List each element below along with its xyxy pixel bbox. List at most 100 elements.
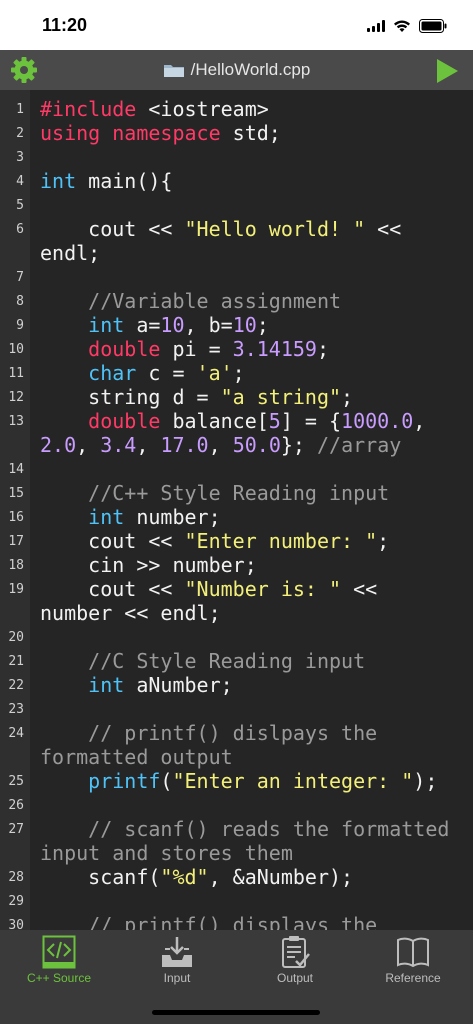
tab-output[interactable]: Output <box>236 930 354 990</box>
file-title-text: /HelloWorld.cpp <box>190 60 311 79</box>
code-line: 20 <box>0 625 473 649</box>
code-token: cout << <box>40 529 185 553</box>
code-text: cin >> number; <box>40 553 257 577</box>
code-token: "Enter an integer: " <box>172 769 414 793</box>
book-icon <box>397 937 429 968</box>
code-token: <iostream> <box>148 97 269 121</box>
code-line: 29 <box>0 889 473 913</box>
code-text: int number; <box>40 505 220 529</box>
code-line: 5 <box>0 193 473 217</box>
code-token: "Hello world! " <box>184 217 366 241</box>
line-number: 4 <box>16 174 24 189</box>
code-line: 4 int main(){ <box>0 169 473 193</box>
code-line: number << endl; <box>0 601 473 625</box>
code-token: cin >> number; <box>40 553 257 577</box>
line-number: 30 <box>8 918 24 930</box>
code-line: 6 cout << "Hello world! " << <box>0 217 473 241</box>
code-text: 2.0, 3.4, 17.0, 50.0}; //array <box>40 433 401 457</box>
code-text: char c = 'a'; <box>40 361 245 385</box>
code-text: formatted output <box>40 745 233 769</box>
code-line: 12 string d = "a string"; <box>0 385 473 409</box>
code-icon <box>42 935 76 969</box>
code-token: using namespace <box>40 121 233 145</box>
code-line: 28 scanf("%d", &aNumber); <box>0 865 473 889</box>
code-token: , <box>136 433 161 457</box>
code-token: , <box>76 433 101 457</box>
line-number: 9 <box>16 318 24 333</box>
code-token: 'a' <box>196 361 233 385</box>
code-text: input and stores them <box>40 841 293 865</box>
input-tray-icon <box>162 937 192 967</box>
code-token: double <box>40 337 173 361</box>
code-text: int a=10, b=10; <box>40 313 269 337</box>
code-token: input and stores them <box>40 841 293 865</box>
tab-input[interactable]: Input <box>118 930 236 990</box>
code-text: string d = "a string"; <box>40 385 353 409</box>
line-number: 11 <box>8 366 24 381</box>
code-token: "%d" <box>160 865 209 889</box>
code-line: input and stores them <box>0 841 473 865</box>
line-number: 7 <box>16 270 24 285</box>
code-line: 30 // printf() displays the <box>0 913 473 930</box>
code-token: ; <box>316 337 330 361</box>
navigation-bar: /HelloWorld.cpp <box>0 50 473 90</box>
tab-label: Output <box>276 971 314 985</box>
play-icon[interactable] <box>435 58 459 84</box>
code-line: 13 double balance[5] = {1000.0, <box>0 409 473 433</box>
line-number: 19 <box>8 582 24 597</box>
code-token: int <box>40 505 137 529</box>
line-number: 1 <box>16 102 24 117</box>
line-number: 20 <box>8 630 24 645</box>
code-text: number << endl; <box>40 601 221 625</box>
code-token: aNumber; <box>136 673 233 697</box>
code-text: int main(){ <box>40 169 172 193</box>
code-token: pi = <box>172 337 233 361</box>
code-token: 10 <box>160 313 185 337</box>
code-token: char <box>40 361 149 385</box>
code-line: 17 cout << "Enter number: "; <box>0 529 473 553</box>
code-token: // scanf() reads the formatted <box>40 817 450 841</box>
code-text: endl; <box>40 241 100 265</box>
code-line: formatted output <box>0 745 473 769</box>
tab-reference[interactable]: Reference <box>354 930 472 990</box>
code-line: 2 using namespace std; <box>0 121 473 145</box>
code-text: //C Style Reading input <box>40 649 365 673</box>
code-text: using namespace std; <box>40 121 281 145</box>
code-line: 11 char c = 'a'; <box>0 361 473 385</box>
output-clipboard-icon <box>282 936 310 968</box>
code-token: ; <box>232 361 245 385</box>
code-token: "a string" <box>220 385 342 409</box>
code-line: 25 printf("Enter an integer: "); <box>0 769 473 793</box>
code-text: //C++ Style Reading input <box>40 481 389 505</box>
code-token: formatted output <box>40 745 233 769</box>
home-indicator[interactable] <box>152 1010 320 1015</box>
line-number: 2 <box>16 126 24 141</box>
code-token: number << endl; <box>40 601 221 625</box>
line-number: 14 <box>8 462 24 477</box>
code-line: 23 <box>0 697 473 721</box>
wifi-icon <box>394 20 410 32</box>
line-number: 21 <box>8 654 24 669</box>
code-line: 10 double pi = 3.14159; <box>0 337 473 361</box>
code-editor[interactable]: 1 #include <iostream> 2 using namespace std… <box>0 90 473 930</box>
code-token: a= <box>136 313 161 337</box>
code-text: printf("Enter an integer: "); <box>40 769 437 793</box>
code-token: int <box>40 313 137 337</box>
code-token: }; <box>280 433 317 457</box>
code-token: 2.0 <box>40 433 77 457</box>
code-line: 21 //C Style Reading input <box>0 649 473 673</box>
code-text: double balance[5] = {1000.0, <box>40 409 425 433</box>
signal-icon <box>367 20 385 32</box>
code-token: double <box>40 409 173 433</box>
code-line: 22 int aNumber; <box>0 673 473 697</box>
code-line: 26 <box>0 793 473 817</box>
line-number: 15 <box>8 486 24 501</box>
code-text: // scanf() reads the formatted <box>40 817 449 841</box>
line-number: 25 <box>8 774 24 789</box>
tab-cpp-source[interactable]: C++ Source <box>0 930 118 990</box>
code-token: c = <box>148 361 197 385</box>
code-text: double pi = 3.14159; <box>40 337 329 361</box>
code-line: 1 #include <iostream> <box>0 97 473 121</box>
code-text: cout << "Hello world! " << <box>40 217 401 241</box>
code-token: 10 <box>232 313 257 337</box>
